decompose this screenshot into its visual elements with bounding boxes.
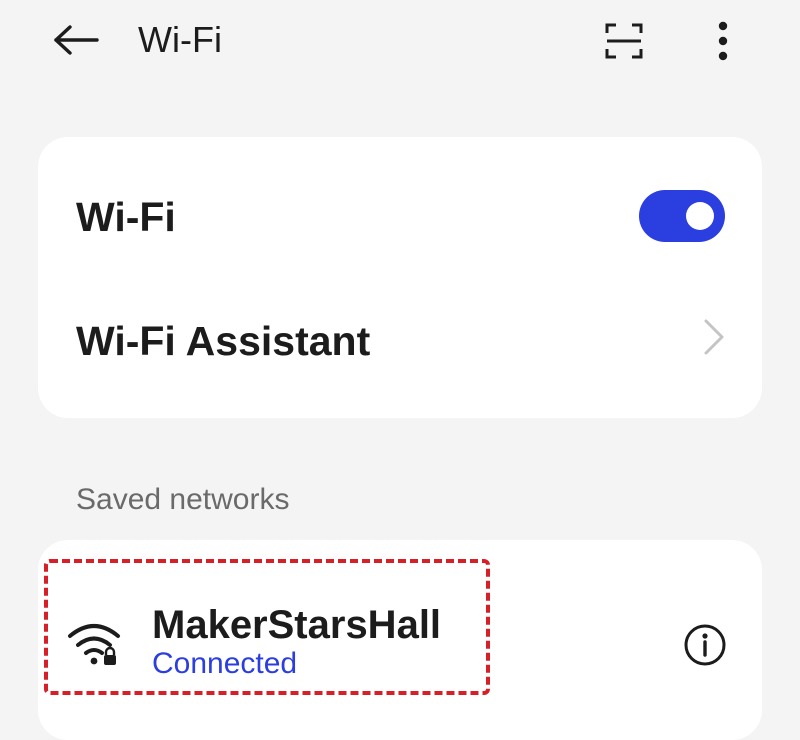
more-options-button[interactable] <box>700 16 746 66</box>
page-title: Wi-Fi <box>138 19 222 60</box>
scan-qr-icon <box>605 23 643 59</box>
top-app-bar: Wi-Fi <box>0 0 800 84</box>
wifi-settings-card: Wi-Fi Wi-Fi Assistant <box>38 137 762 418</box>
wifi-assistant-label: Wi-Fi Assistant <box>76 317 371 364</box>
chevron-right-icon <box>704 319 724 355</box>
wifi-toggle-row[interactable]: Wi-Fi <box>38 157 762 277</box>
wifi-toggle[interactable] <box>639 190 725 242</box>
wifi-assistant-row[interactable]: Wi-Fi Assistant <box>38 281 762 401</box>
wifi-label: Wi-Fi <box>76 193 176 240</box>
highlight-annotation-box <box>44 559 490 695</box>
more-vertical-icon <box>718 21 728 61</box>
back-button[interactable] <box>50 20 102 60</box>
info-icon[interactable] <box>682 622 728 668</box>
saved-networks-header: Saved networks <box>76 483 290 516</box>
arrow-left-icon <box>54 25 99 55</box>
scan-button[interactable] <box>598 16 650 66</box>
toggle-knob <box>686 202 714 230</box>
